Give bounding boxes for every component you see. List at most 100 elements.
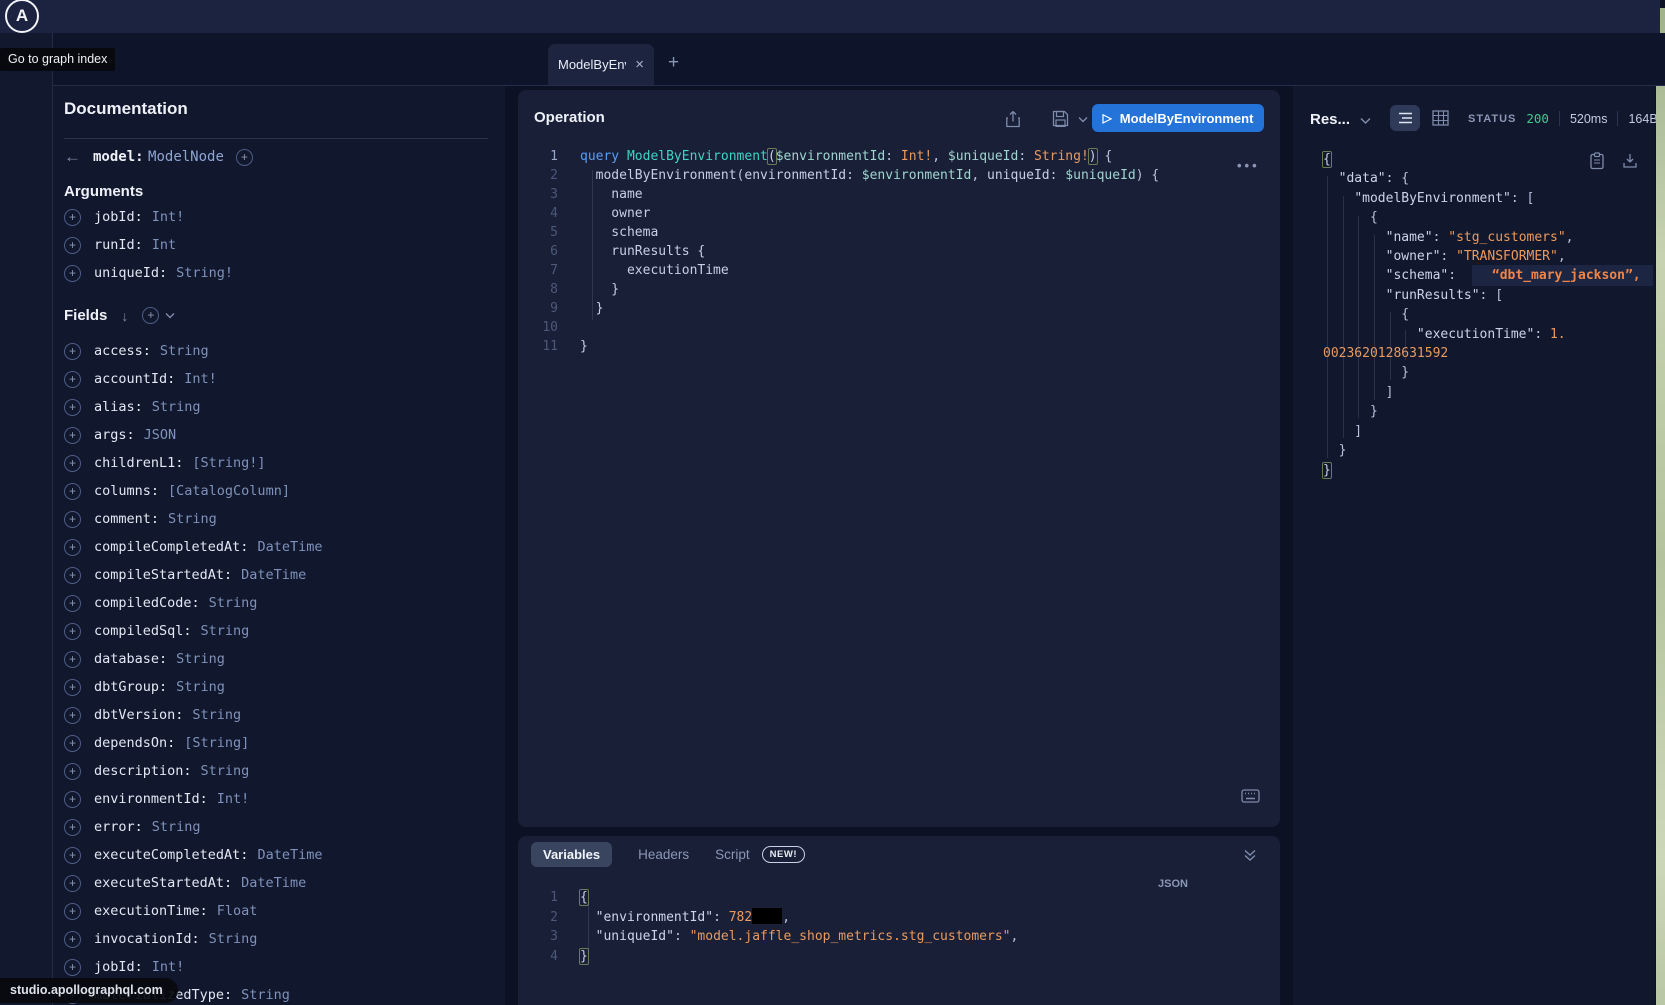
field-type-link[interactable]: DateTime bbox=[241, 567, 306, 583]
new-tab-button[interactable]: + bbox=[668, 52, 679, 74]
code-line[interactable]: "name": "stg_customers", bbox=[1323, 228, 1653, 247]
code-line[interactable]: ] bbox=[1323, 383, 1653, 402]
run-operation-button[interactable]: ▷ ModelByEnvironment bbox=[1092, 104, 1264, 132]
field-type-link[interactable]: String bbox=[201, 623, 250, 639]
collapse-variables-icon[interactable] bbox=[1243, 848, 1257, 862]
keyboard-shortcuts-icon[interactable] bbox=[1241, 789, 1260, 803]
add-field-button[interactable]: + bbox=[64, 931, 81, 948]
add-field-button[interactable]: + bbox=[64, 595, 81, 612]
code-line[interactable]: "executionTime": 1. bbox=[1323, 325, 1653, 344]
add-field-button[interactable]: + bbox=[64, 237, 81, 254]
field-row[interactable]: +compileCompletedAt:DateTime bbox=[64, 533, 322, 561]
add-field-button[interactable]: + bbox=[64, 679, 81, 696]
sort-icon[interactable]: ↓ bbox=[121, 308, 128, 324]
add-field-button[interactable]: + bbox=[64, 903, 81, 920]
tab-headers[interactable]: Headers bbox=[638, 847, 689, 862]
add-field-button[interactable]: + bbox=[64, 539, 81, 556]
add-field-button[interactable]: + bbox=[64, 427, 81, 444]
field-row[interactable]: +executionTime:Float bbox=[64, 897, 322, 925]
field-type-link[interactable]: String bbox=[201, 763, 250, 779]
save-chevron-icon[interactable] bbox=[1078, 116, 1088, 123]
code-line[interactable]: 1{ bbox=[518, 888, 1258, 908]
field-type-link[interactable]: String bbox=[241, 987, 290, 1003]
field-row[interactable]: +jobId:Int! bbox=[64, 203, 233, 231]
table-view-button[interactable] bbox=[1432, 110, 1449, 126]
field-row[interactable]: +runId:Int bbox=[64, 231, 233, 259]
code-line[interactable]: 5 schema bbox=[518, 223, 1258, 242]
add-field-button[interactable]: + bbox=[64, 875, 81, 892]
add-field-button[interactable]: + bbox=[64, 399, 81, 416]
field-row[interactable]: +dbtVersion:String bbox=[64, 701, 322, 729]
code-line[interactable]: } bbox=[1323, 402, 1653, 421]
code-line[interactable]: "owner": "TRANSFORMER", bbox=[1323, 247, 1653, 266]
code-line[interactable]: 7 executionTime bbox=[518, 261, 1258, 280]
code-line[interactable]: 2 modelByEnvironment(environmentId: $env… bbox=[518, 166, 1258, 185]
tab-modelbyenvironment[interactable]: ModelByEnvi... × bbox=[548, 44, 654, 85]
code-line[interactable]: "data": { bbox=[1323, 169, 1653, 188]
field-type-link[interactable]: String bbox=[176, 679, 225, 695]
code-line[interactable]: 4 owner bbox=[518, 204, 1258, 223]
field-row[interactable]: +compiledSql:String bbox=[64, 617, 322, 645]
field-row[interactable]: +jobId:Int! bbox=[64, 953, 322, 981]
code-line[interactable]: 6 runResults { bbox=[518, 242, 1258, 261]
chevron-down-icon[interactable] bbox=[165, 312, 175, 319]
code-line[interactable]: 11} bbox=[518, 337, 1258, 356]
field-type-link[interactable]: String bbox=[209, 931, 258, 947]
code-line[interactable]: "modelByEnvironment": [ bbox=[1323, 189, 1653, 208]
add-field-button[interactable]: + bbox=[64, 455, 81, 472]
field-row[interactable]: +executeCompletedAt:DateTime bbox=[64, 841, 322, 869]
save-icon[interactable] bbox=[1052, 110, 1069, 127]
operation-editor[interactable]: 1query ModelByEnvironment($environmentId… bbox=[518, 147, 1258, 356]
share-icon[interactable] bbox=[1005, 110, 1021, 128]
add-field-button[interactable]: + bbox=[64, 511, 81, 528]
add-field-button[interactable]: + bbox=[64, 567, 81, 584]
field-type-link[interactable]: String bbox=[209, 595, 258, 611]
field-type-link[interactable]: String bbox=[152, 819, 201, 835]
add-field-button[interactable]: + bbox=[64, 847, 81, 864]
field-type-link[interactable]: Int! bbox=[184, 371, 217, 387]
field-type-link[interactable]: JSON bbox=[144, 427, 177, 443]
tab-script[interactable]: Script bbox=[715, 847, 750, 862]
field-type-link[interactable]: Float bbox=[217, 903, 258, 919]
field-row[interactable]: +alias:String bbox=[64, 393, 322, 421]
field-row[interactable]: +description:String bbox=[64, 757, 322, 785]
field-type-link[interactable]: String bbox=[152, 399, 201, 415]
back-arrow-icon[interactable]: ← bbox=[64, 147, 81, 167]
add-field-button[interactable]: + bbox=[64, 371, 81, 388]
field-row[interactable]: +uniqueId:String! bbox=[64, 259, 233, 287]
field-row[interactable]: +dependsOn:[String] bbox=[64, 729, 322, 757]
type-name-link[interactable]: ModelNode bbox=[148, 149, 224, 165]
field-type-link[interactable]: [String] bbox=[184, 735, 249, 751]
code-line[interactable]: 1query ModelByEnvironment($environmentId… bbox=[518, 147, 1258, 166]
add-field-button[interactable]: + bbox=[64, 959, 81, 976]
field-type-link[interactable]: String bbox=[168, 511, 217, 527]
field-type-link[interactable]: Int bbox=[152, 237, 176, 253]
add-field-button[interactable]: + bbox=[64, 343, 81, 360]
code-line[interactable]: ] bbox=[1323, 422, 1653, 441]
field-type-link[interactable]: String! bbox=[176, 265, 233, 281]
field-row[interactable]: +columns:[CatalogColumn] bbox=[64, 477, 322, 505]
add-field-button[interactable]: + bbox=[64, 735, 81, 752]
apollo-logo[interactable]: A bbox=[5, 0, 39, 33]
field-row[interactable]: +access:String bbox=[64, 337, 322, 365]
field-row[interactable]: +dbtGroup:String bbox=[64, 673, 322, 701]
field-row[interactable]: +compileStartedAt:DateTime bbox=[64, 561, 322, 589]
field-type-link[interactable]: [String!] bbox=[192, 455, 265, 471]
formatted-view-button[interactable] bbox=[1390, 105, 1420, 131]
add-field-button[interactable]: + bbox=[64, 791, 81, 808]
add-field-button[interactable]: + bbox=[64, 623, 81, 640]
field-row[interactable]: +error:String bbox=[64, 813, 322, 841]
add-field-button[interactable]: + bbox=[64, 651, 81, 668]
code-line[interactable]: } bbox=[1323, 441, 1653, 460]
field-type-link[interactable]: String bbox=[192, 707, 241, 723]
code-line[interactable]: } bbox=[1323, 363, 1653, 382]
code-line[interactable]: 3 "uniqueId": "model.jaffle_shop_metrics… bbox=[518, 927, 1258, 947]
code-line[interactable]: } bbox=[1323, 461, 1653, 480]
tab-close-icon[interactable]: × bbox=[635, 56, 644, 73]
code-line[interactable]: 2 "environmentId": 782, bbox=[518, 908, 1258, 928]
response-title[interactable]: Res... bbox=[1310, 111, 1350, 128]
response-chevron-icon[interactable] bbox=[1360, 117, 1371, 125]
field-type-link[interactable]: DateTime bbox=[241, 875, 306, 891]
field-type-link[interactable]: String bbox=[160, 343, 209, 359]
field-row[interactable]: +args:JSON bbox=[64, 421, 322, 449]
